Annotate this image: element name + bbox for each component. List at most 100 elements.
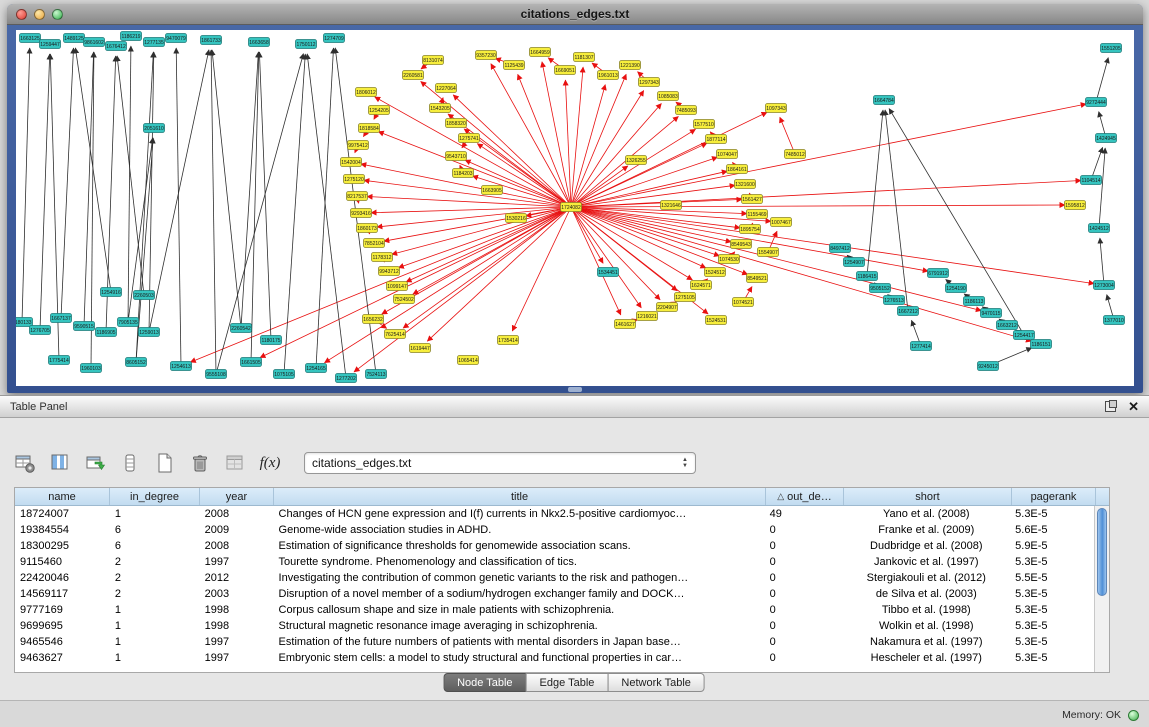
graph-node[interactable]: 1186151 — [1031, 340, 1052, 349]
graph-node[interactable]: 1669051 — [555, 66, 576, 75]
graph-node[interactable]: 1074047 — [717, 150, 738, 159]
graph-node[interactable]: 1524531 — [706, 316, 727, 325]
graph-node[interactable]: 1186113 — [964, 297, 985, 306]
graph-node[interactable]: 7524113 — [366, 370, 387, 379]
zoom-window-button[interactable] — [52, 9, 63, 20]
graph-node[interactable]: 9293416 — [351, 209, 372, 218]
graph-node[interactable]: 1221390 — [620, 61, 641, 70]
table-row[interactable]: 969969511998Structural magnetic resonanc… — [15, 618, 1094, 634]
graph-node[interactable]: 1216021 — [637, 312, 658, 321]
graph-node[interactable]: 7485093 — [676, 106, 697, 115]
graph-node[interactable]: 7485012 — [785, 150, 806, 159]
graph-node[interactable]: 6791912 — [928, 269, 949, 278]
table-row[interactable]: 977716911998Corpus callosum shape and si… — [15, 602, 1094, 618]
graph-node[interactable]: 1530216 — [506, 214, 527, 223]
graph-node[interactable]: 9272444 — [1086, 98, 1107, 107]
delete-table-button[interactable] — [187, 450, 213, 476]
graph-node[interactable]: 1561427 — [742, 195, 763, 204]
table-source-dropdown[interactable]: citations_edges.txt — [304, 452, 696, 474]
graph-node[interactable]: 1097343 — [766, 104, 787, 113]
graph-node[interactable]: 1180133 — [16, 318, 33, 327]
table-row[interactable]: 1872400712008Changes of HCN gene express… — [15, 506, 1094, 522]
graph-node[interactable]: 1104514 — [1081, 176, 1102, 185]
graph-node[interactable]: 1750112 — [296, 40, 317, 49]
graph-node[interactable]: 1277202 — [336, 374, 357, 383]
window-titlebar[interactable]: citations_edges.txt — [7, 4, 1143, 25]
graph-node[interactable]: 1960103 — [81, 364, 102, 373]
graph-node[interactable]: 1259447 — [40, 40, 61, 49]
graph-node[interactable]: 1275741 — [459, 134, 480, 143]
graph-node[interactable]: 1534451 — [598, 268, 619, 277]
graph-node[interactable]: 1074521 — [733, 298, 754, 307]
graph-node[interactable]: 8549543 — [731, 240, 752, 249]
window-resize-notch[interactable] — [568, 387, 582, 392]
graph-node[interactable]: 1864161 — [727, 165, 748, 174]
graph-node[interactable]: 1424945 — [1096, 134, 1117, 143]
column-header-short[interactable]: short — [844, 488, 1012, 505]
graph-node[interactable]: 8497412 — [830, 244, 851, 253]
show-columns-button[interactable] — [47, 450, 73, 476]
graph-node[interactable]: 1624571 — [691, 281, 712, 290]
graph-node[interactable]: 1275105 — [675, 293, 696, 302]
graph-node[interactable]: 9861602 — [84, 38, 105, 47]
graph-node[interactable]: 1724082 — [561, 203, 582, 212]
graph-node[interactable]: 1663658 — [249, 38, 270, 47]
graph-node[interactable]: 1656232 — [363, 315, 384, 324]
graph-node[interactable]: 1424512 — [1089, 224, 1110, 233]
graph-node[interactable]: 1858320 — [446, 119, 467, 128]
graph-node[interactable]: 2260581 — [403, 71, 424, 80]
graph-node[interactable]: 9555108 — [206, 370, 227, 379]
graph-node[interactable]: 1860173 — [357, 224, 378, 233]
graph-node[interactable]: 1806012 — [356, 88, 377, 97]
graph-node[interactable]: 1377010 — [1104, 316, 1125, 325]
graph-node[interactable]: 1274709 — [324, 34, 345, 43]
graph-node[interactable]: 8605152 — [126, 358, 147, 367]
record-column-button[interactable] — [117, 450, 143, 476]
graph-node[interactable]: 1099147 — [387, 282, 408, 291]
graph-node[interactable]: 1895754 — [740, 225, 761, 234]
import-column-button[interactable] — [82, 450, 108, 476]
graph-node[interactable]: 1075105 — [274, 370, 295, 379]
graph-node[interactable]: 1065414 — [458, 356, 479, 365]
graph-node[interactable]: 7524502 — [394, 295, 415, 304]
graph-node[interactable]: 9357230 — [476, 51, 497, 60]
graph-node[interactable]: 1254165 — [306, 364, 327, 373]
graph-node[interactable]: 1186905 — [96, 328, 117, 337]
column-header-title[interactable]: title — [274, 488, 766, 505]
graph-node[interactable]: 1543205 — [430, 104, 451, 113]
import-table-button[interactable] — [222, 450, 248, 476]
table-row[interactable]: 911546021997Tourette syndrome. Phenomeno… — [15, 554, 1094, 570]
network-canvas[interactable]: 1724082180601212542051818584997541215420… — [16, 30, 1134, 386]
minimize-window-button[interactable] — [34, 9, 45, 20]
graph-node[interactable]: 1489125 — [64, 34, 85, 43]
table-row[interactable]: 2242004622012Investigating the contribut… — [15, 570, 1094, 586]
graph-node[interactable]: 1186219 — [121, 32, 142, 41]
graph-node[interactable]: 1663125 — [20, 34, 41, 43]
graph-node[interactable]: 1461627 — [615, 320, 636, 329]
graph-node[interactable]: 2051610 — [144, 124, 165, 133]
graph-node[interactable]: 1775414 — [49, 356, 70, 365]
graph-node[interactable]: 1254916 — [101, 288, 122, 297]
table-row[interactable]: 1938455462009Genome-wide association stu… — [15, 522, 1094, 538]
graph-node[interactable]: 1074530 — [719, 255, 740, 264]
graph-node[interactable]: 1664959 — [530, 48, 551, 57]
graph-node[interactable]: 1663212 — [997, 321, 1018, 330]
graph-node[interactable]: 9245012 — [978, 362, 999, 371]
table-settings-button[interactable] — [12, 450, 38, 476]
graph-node[interactable]: 1554907 — [758, 248, 779, 257]
scrollbar-thumb[interactable] — [1097, 508, 1107, 596]
graph-node[interactable]: 2260503 — [134, 291, 155, 300]
graph-node[interactable]: 1180175 — [261, 336, 282, 345]
graph-node[interactable]: 1273004 — [1094, 281, 1115, 290]
column-header-in_degree[interactable]: in_degree — [110, 488, 200, 505]
graph-node[interactable]: 8217537 — [347, 192, 368, 201]
graph-node[interactable]: 1877114 — [706, 135, 727, 144]
graph-node[interactable]: 1184203 — [453, 169, 474, 178]
column-header-out_de[interactable]: △out_de… — [766, 488, 844, 505]
graph-node[interactable]: 1961013 — [598, 71, 619, 80]
graph-node[interactable]: 9943712 — [379, 267, 400, 276]
graph-node[interactable]: 1297343 — [639, 78, 660, 87]
graph-node[interactable]: 9470115 — [981, 309, 1002, 318]
graph-node[interactable]: 9543710 — [446, 152, 467, 161]
graph-node[interactable]: 9505152 — [870, 284, 891, 293]
